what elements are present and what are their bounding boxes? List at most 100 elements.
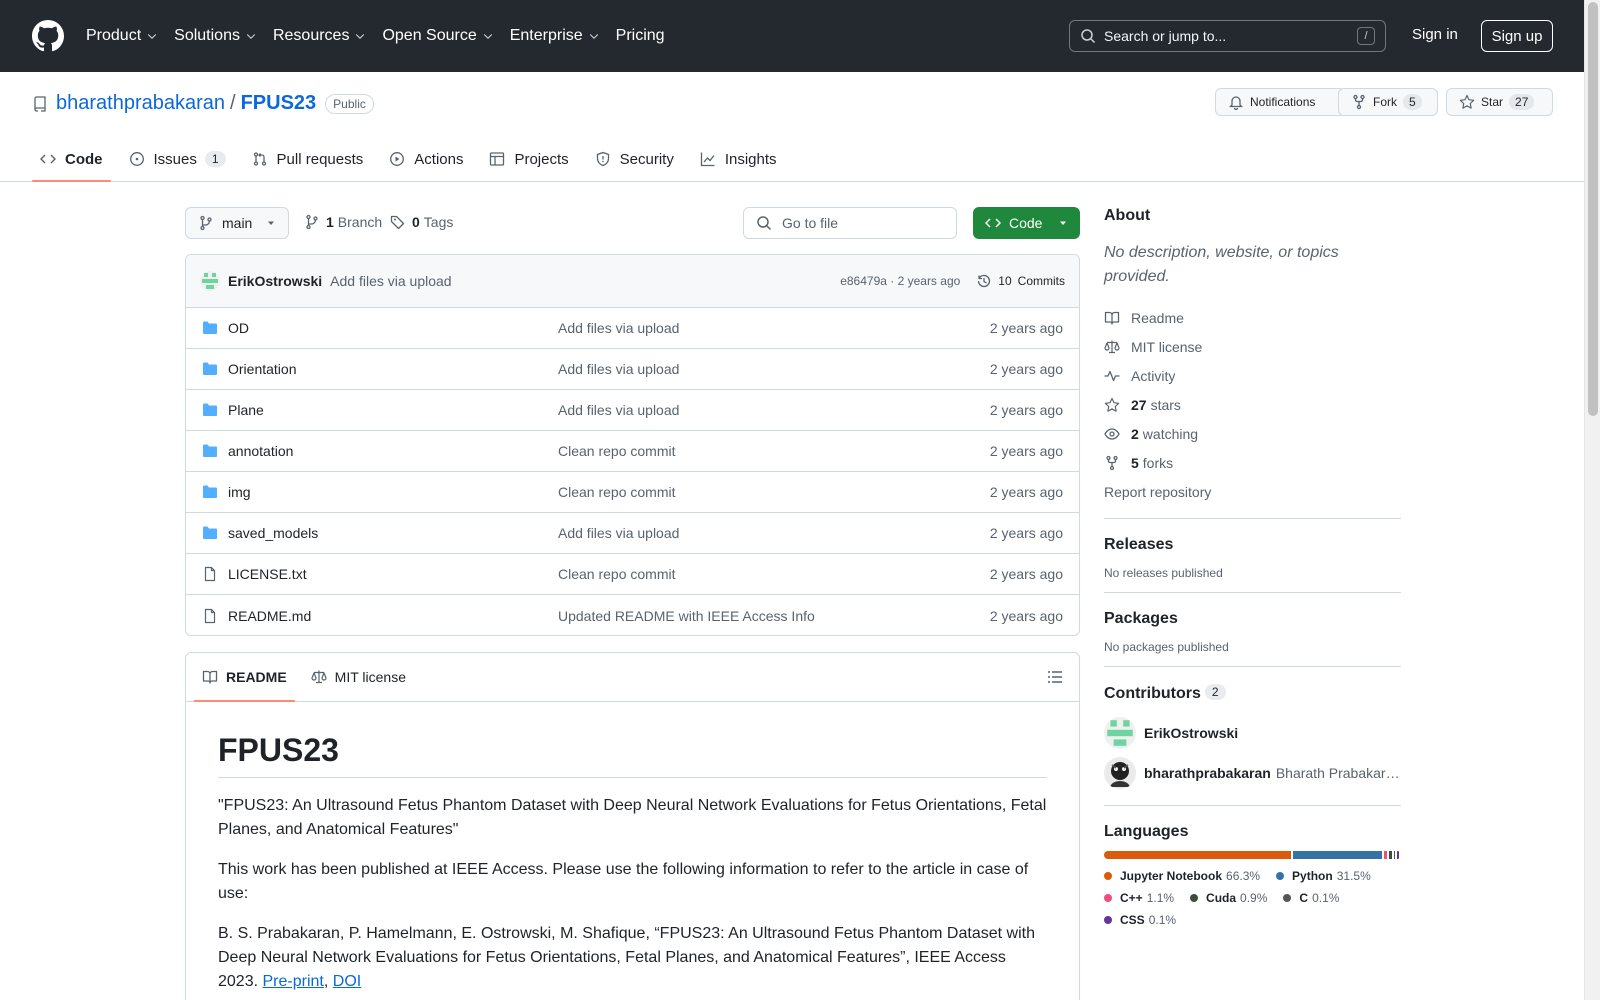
- language-item[interactable]: CSS 0.1%: [1104, 913, 1176, 927]
- commit-message-link[interactable]: Add files via upload: [330, 273, 451, 289]
- global-search-input[interactable]: Search or jump to... /: [1069, 20, 1386, 52]
- file-row[interactable]: README.md Updated README with IEEE Access…: [186, 595, 1079, 635]
- language-item[interactable]: C++ 1.1%: [1104, 891, 1174, 905]
- file-row[interactable]: Orientation Add files via upload 2 years a…: [186, 349, 1079, 390]
- tab-pull-requests[interactable]: Pull requests: [244, 136, 372, 182]
- tab-projects[interactable]: Projects: [481, 136, 576, 182]
- star-label: Star: [1481, 95, 1504, 109]
- file-row[interactable]: saved_models Add files via upload 2 years …: [186, 513, 1079, 554]
- activity-link[interactable]: Activity: [1104, 361, 1401, 390]
- releases-heading[interactable]: Releases: [1104, 536, 1401, 554]
- file-name-link[interactable]: Plane: [228, 402, 558, 418]
- repo-owner-link[interactable]: bharathprabakaran: [56, 92, 225, 115]
- fork-icon: [1106, 455, 1118, 470]
- language-item[interactable]: Cuda 0.9%: [1190, 891, 1267, 905]
- repo-tabs: Code Issues 1 Pull requests Actions Proj…: [32, 136, 795, 182]
- language-name: Cuda: [1206, 891, 1237, 905]
- about-heading: About: [1104, 207, 1151, 224]
- file-row[interactable]: Plane Add files via upload 2 years ago: [186, 390, 1079, 431]
- file-row[interactable]: OD Add files via upload 2 years ago: [186, 308, 1079, 349]
- readme-link[interactable]: Readme: [1104, 303, 1401, 332]
- global-nav: Product Solutions Resources Open Source …: [86, 27, 681, 45]
- nav-pricing[interactable]: Pricing: [616, 27, 665, 45]
- contributor-item[interactable]: bharathprabakaran Bharath Prabakaran: [1104, 753, 1401, 793]
- tab-code[interactable]: Code: [32, 136, 111, 182]
- branches-link[interactable]: 1 Branch: [304, 214, 382, 230]
- file-name-link[interactable]: annotation: [228, 443, 558, 459]
- nav-open-source[interactable]: Open Source: [382, 27, 493, 45]
- notifications-button[interactable]: Notifications: [1215, 88, 1346, 116]
- file-commit-message-link[interactable]: Add files via upload: [558, 525, 990, 541]
- license-link[interactable]: MIT license: [1104, 332, 1401, 361]
- folder-icon: [203, 403, 217, 416]
- tab-pull-requests-label: Pull requests: [276, 150, 364, 168]
- file-commit-message-link[interactable]: Add files via upload: [558, 361, 990, 377]
- github-logo-icon[interactable]: [32, 20, 64, 52]
- file-commit-message-link[interactable]: Add files via upload: [558, 320, 990, 336]
- file-commit-age: 2 years ago: [989, 484, 1063, 500]
- chevron-down-icon: [483, 34, 492, 40]
- file-name-link[interactable]: img: [228, 484, 558, 500]
- forks-link[interactable]: 5 forks: [1104, 448, 1401, 477]
- list-unordered-icon[interactable]: [1047, 669, 1063, 685]
- contributor-item[interactable]: ErikOstrowski: [1104, 713, 1401, 753]
- repo-name-link[interactable]: FPUS23: [241, 92, 317, 115]
- tag-icon: [390, 215, 405, 230]
- doi-link[interactable]: DOI: [333, 973, 361, 990]
- avatar[interactable]: [200, 271, 220, 291]
- nav-resources[interactable]: Resources: [273, 27, 366, 45]
- report-repository-link[interactable]: Report repository: [1104, 477, 1401, 506]
- branch-select-button[interactable]: main: [185, 207, 289, 239]
- file-row[interactable]: annotation Clean repo commit 2 years ago: [186, 431, 1079, 472]
- language-bar: [1104, 851, 1401, 859]
- commit-history-link[interactable]: 10 Commits: [976, 273, 1065, 289]
- sign-in-link[interactable]: Sign in: [1412, 26, 1458, 43]
- fork-label: Fork: [1373, 95, 1397, 109]
- sign-up-button[interactable]: Sign up: [1481, 20, 1553, 52]
- file-name-link[interactable]: saved_models: [228, 525, 558, 541]
- fork-button[interactable]: Fork 5: [1338, 88, 1438, 116]
- file-row[interactable]: img Clean repo commit 2 years ago: [186, 472, 1079, 513]
- nav-product[interactable]: Product: [86, 27, 158, 45]
- pull-request-icon: [253, 152, 266, 166]
- watching-label: watching: [1142, 425, 1199, 442]
- file-commit-message-link[interactable]: Clean repo commit: [558, 484, 990, 500]
- tab-readme[interactable]: README: [194, 653, 295, 702]
- file-row[interactable]: LICENSE.txt Clean repo commit 2 years ago: [186, 554, 1079, 595]
- language-item[interactable]: Jupyter Notebook 66.3%: [1104, 869, 1260, 883]
- tags-link[interactable]: 0 Tags: [390, 214, 453, 230]
- preprint-link[interactable]: Pre-print: [263, 973, 324, 990]
- tab-license[interactable]: MIT license: [303, 653, 414, 701]
- watchers-link[interactable]: 2 watching: [1104, 419, 1401, 448]
- go-to-file-input[interactable]: Go to file: [743, 207, 957, 239]
- commit-author-link[interactable]: ErikOstrowski: [228, 273, 322, 289]
- page-scrollbar[interactable]: [1584, 0, 1600, 1000]
- file-commit-message-link[interactable]: Clean repo commit: [558, 566, 990, 582]
- commit-hash-time[interactable]: e86479a · 2 years ago: [840, 274, 960, 288]
- star-button[interactable]: Star 27: [1446, 88, 1553, 116]
- folder-icon: [203, 321, 217, 334]
- file-commit-message-link[interactable]: Clean repo commit: [558, 443, 990, 459]
- code-dropdown-button[interactable]: Code: [973, 207, 1080, 239]
- tab-security[interactable]: Security: [587, 136, 682, 182]
- language-item[interactable]: C 0.1%: [1283, 891, 1339, 905]
- avatar[interactable]: [1104, 717, 1136, 749]
- nav-solutions[interactable]: Solutions: [174, 27, 257, 45]
- tab-insights[interactable]: Insights: [692, 136, 785, 182]
- packages-heading[interactable]: Packages: [1104, 610, 1401, 628]
- tab-actions[interactable]: Actions: [381, 136, 471, 182]
- file-name-link[interactable]: LICENSE.txt: [228, 566, 558, 582]
- contributors-heading[interactable]: Contributors 2: [1104, 684, 1401, 703]
- scrollbar-thumb[interactable]: [1588, 2, 1598, 416]
- file-name-link[interactable]: Orientation: [228, 361, 558, 377]
- commits-count: 10: [998, 274, 1012, 288]
- file-name-link[interactable]: OD: [228, 320, 558, 336]
- stars-link[interactable]: 27 stars: [1104, 390, 1401, 419]
- tab-issues[interactable]: Issues 1: [121, 136, 234, 182]
- avatar[interactable]: [1104, 757, 1136, 789]
- file-commit-message-link[interactable]: Updated README with IEEE Access Info: [558, 608, 990, 624]
- language-item[interactable]: Python 31.5%: [1276, 869, 1371, 883]
- nav-enterprise[interactable]: Enterprise: [510, 27, 600, 45]
- file-name-link[interactable]: README.md: [228, 608, 558, 624]
- file-commit-message-link[interactable]: Add files via upload: [558, 402, 990, 418]
